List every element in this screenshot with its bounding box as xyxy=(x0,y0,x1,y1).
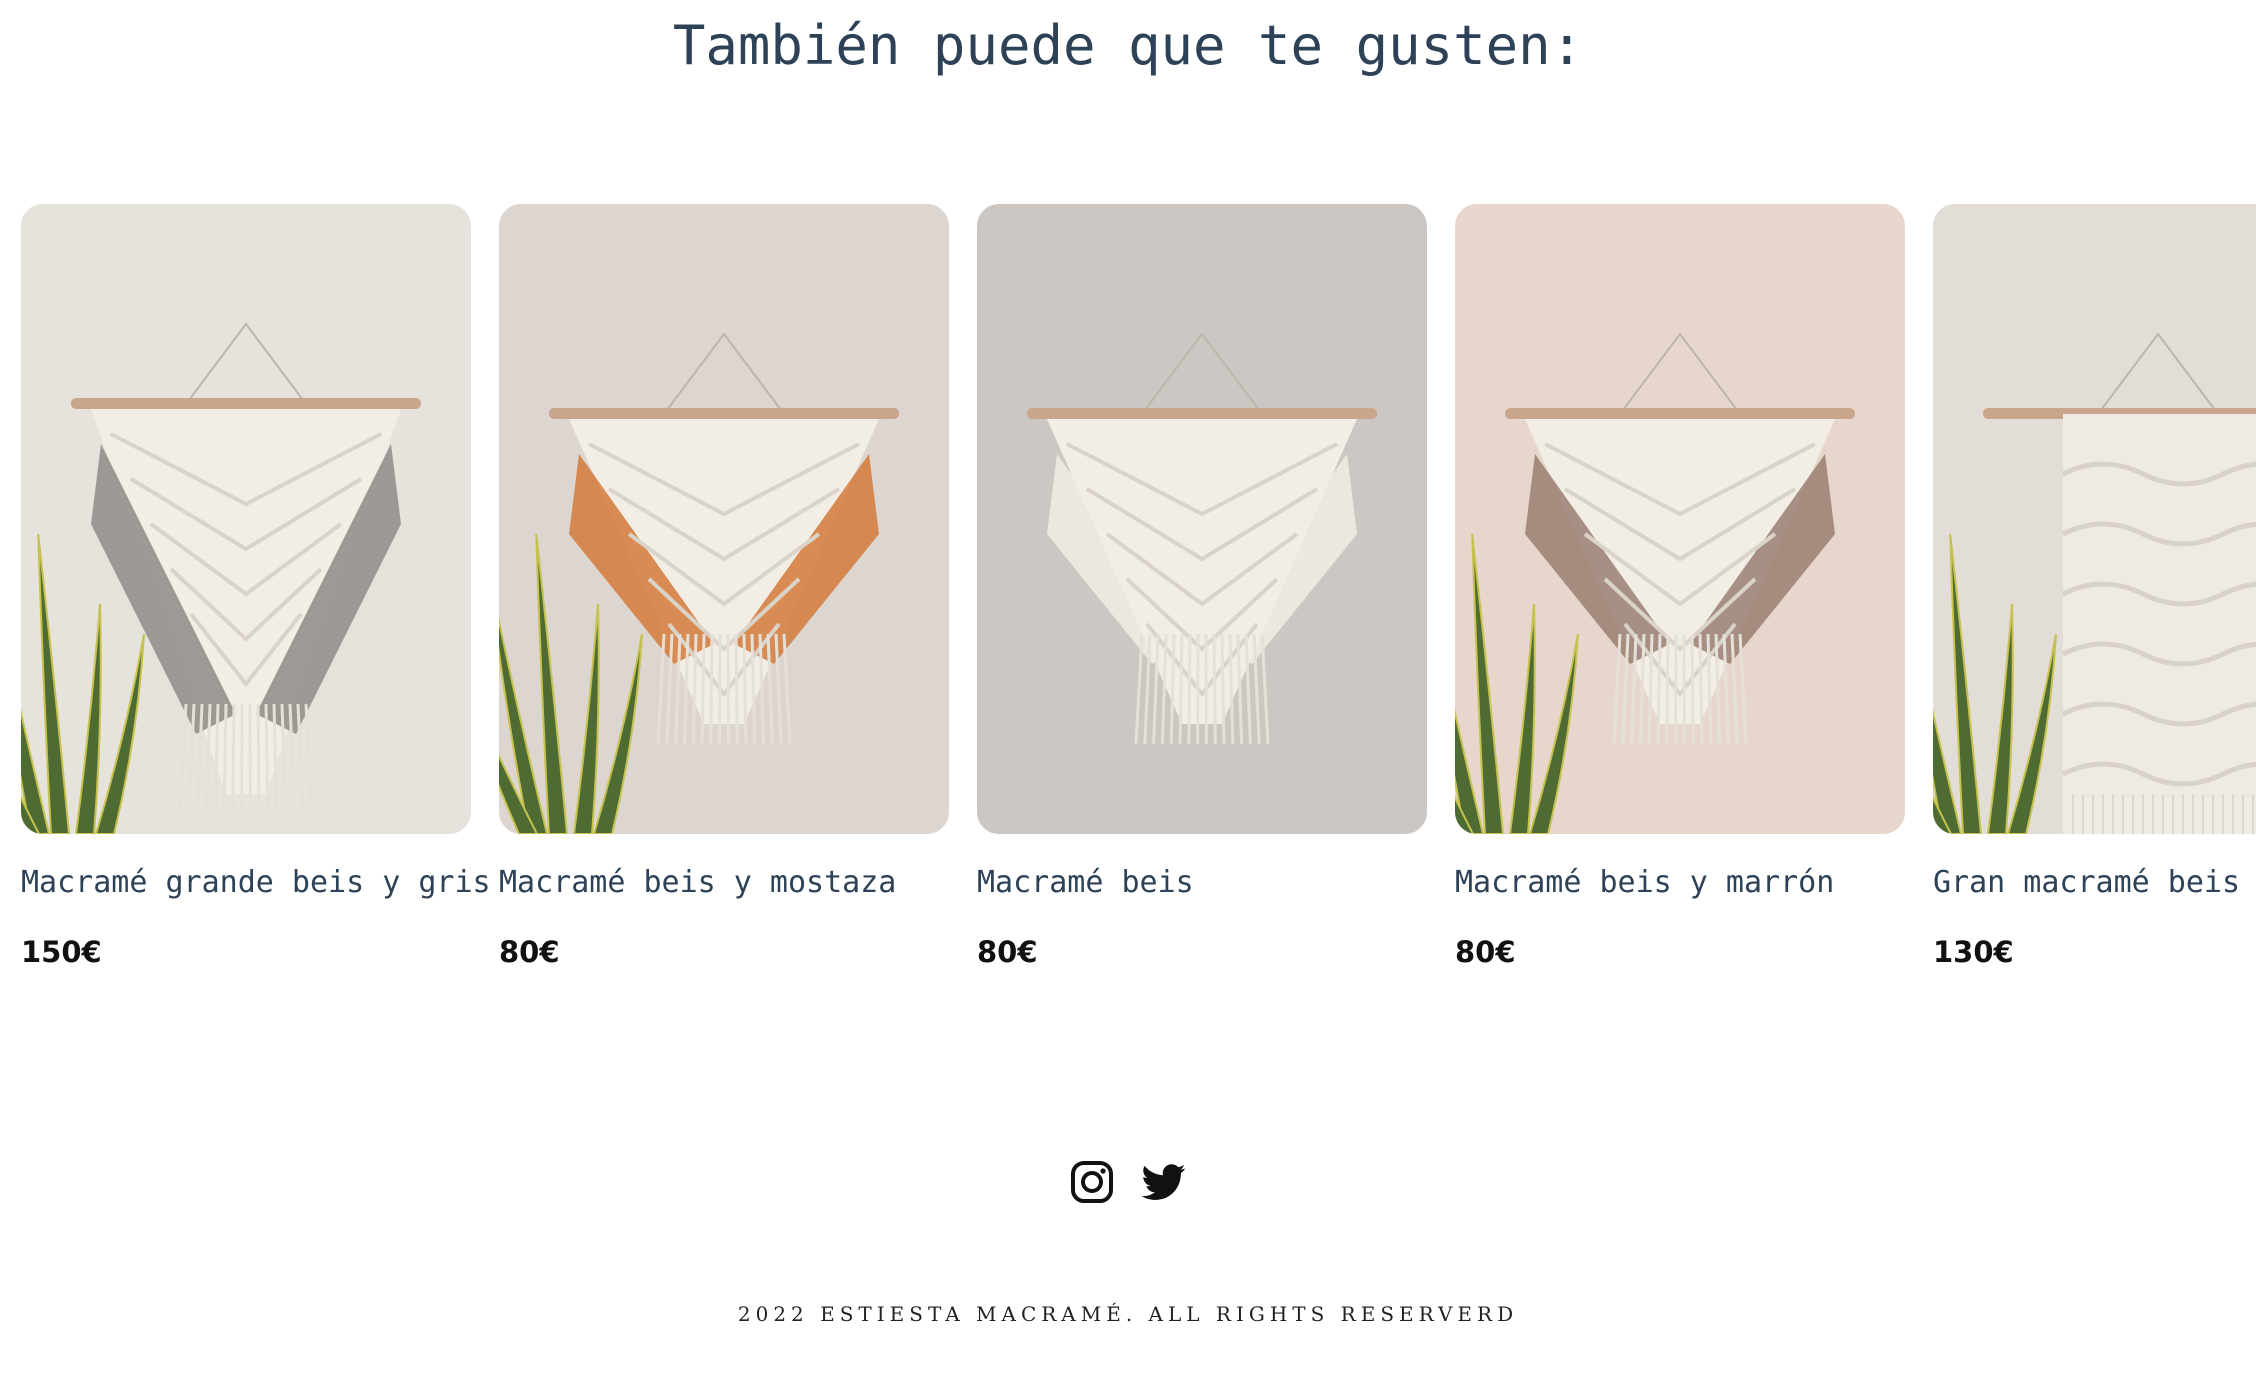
instagram-link[interactable] xyxy=(1070,1160,1114,1204)
product-card[interactable]: Macramé grande beis y gris 150€ xyxy=(21,204,491,969)
twitter-link[interactable] xyxy=(1142,1160,1186,1204)
macrame-illustration xyxy=(21,204,471,834)
twitter-icon xyxy=(1142,1164,1186,1200)
product-price: 80€ xyxy=(977,935,1038,969)
footer-copyright: 2022 ESTIESTA MACRAMÉ. ALL RIGHTS RESERV… xyxy=(737,1302,1519,1326)
product-name[interactable]: Macramé beis y marrón xyxy=(1455,865,1905,901)
product-image[interactable] xyxy=(977,204,1427,834)
product-image[interactable] xyxy=(499,204,949,834)
product-price: 80€ xyxy=(1455,935,1516,969)
social-links xyxy=(0,1160,2256,1204)
product-price: 150€ xyxy=(21,935,102,969)
macrame-illustration xyxy=(1933,204,2256,834)
related-products-carousel[interactable]: Macramé grande beis y gris 150€ Macramé … xyxy=(21,204,2256,1004)
product-name[interactable]: Gran macramé beis y blanco xyxy=(1933,865,2256,901)
section-title: También puede que te gusten: xyxy=(672,14,1584,77)
product-price: 130€ xyxy=(1933,935,2014,969)
product-card[interactable]: Macramé beis 80€ xyxy=(977,204,1427,969)
carousel-track: Macramé grande beis y gris 150€ Macramé … xyxy=(21,204,2256,969)
product-card[interactable]: Macramé beis y mostaza 80€ xyxy=(499,204,949,969)
product-image[interactable] xyxy=(1933,204,2256,834)
product-card[interactable]: Gran macramé beis y blanco 130€ xyxy=(1933,204,2256,969)
product-image[interactable] xyxy=(1455,204,1905,834)
instagram-icon xyxy=(1071,1161,1113,1203)
product-name[interactable]: Macramé grande beis y gris xyxy=(21,865,491,901)
product-name[interactable]: Macramé beis y mostaza xyxy=(499,865,949,901)
product-name[interactable]: Macramé beis xyxy=(977,865,1427,901)
macrame-illustration xyxy=(1455,204,1905,834)
product-price: 80€ xyxy=(499,935,560,969)
product-card[interactable]: Macramé beis y marrón 80€ xyxy=(1455,204,1905,969)
product-image[interactable] xyxy=(21,204,471,834)
macrame-illustration xyxy=(499,204,949,834)
macrame-illustration xyxy=(977,204,1427,834)
